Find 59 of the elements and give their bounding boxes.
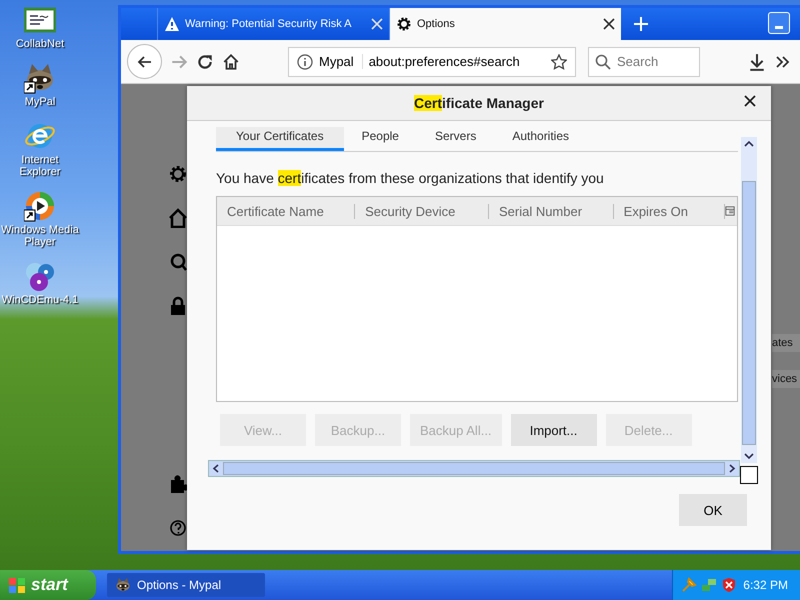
star-icon[interactable]: [551, 54, 567, 70]
reload-icon[interactable]: [196, 52, 214, 70]
certificate-list[interactable]: Certificate Name Security Device Serial Number Expires On: [216, 196, 738, 402]
column-header[interactable]: Security Device: [355, 204, 489, 218]
horizontal-scrollbar[interactable]: [208, 460, 740, 477]
desktop-icon-label[interactable]: CollabNet: [1, 38, 79, 50]
close-icon[interactable]: [603, 18, 615, 30]
start-button[interactable]: start: [0, 570, 96, 600]
tab-title: Warning: Potential Security Risk A: [185, 18, 352, 30]
column-header[interactable]: Certificate Name: [217, 204, 356, 218]
tab-title: Options: [417, 18, 456, 30]
disc-icon[interactable]: [24, 260, 56, 292]
minimize-button[interactable]: [768, 12, 790, 34]
lock-icon[interactable]: [169, 296, 187, 316]
dialog-tab[interactable]: Your Certificates: [216, 127, 344, 151]
column-header[interactable]: Serial Number: [488, 204, 614, 218]
new-tab-icon[interactable]: [633, 16, 649, 32]
chevron-icon[interactable]: [774, 54, 790, 70]
url-text: about:preferences#search: [368, 54, 521, 69]
shield-icon[interactable]: [721, 577, 737, 593]
home-icon[interactable]: [222, 52, 240, 70]
ok-button[interactable]: OK: [679, 494, 747, 526]
info-icon[interactable]: [297, 54, 313, 70]
search-field[interactable]: Search: [588, 46, 700, 76]
media-player-icon[interactable]: [24, 190, 56, 222]
warning-icon: [164, 16, 180, 32]
scrollbar-corner: [740, 466, 758, 484]
clock: 6:32 PM: [743, 578, 788, 592]
site-identity: Mypal: [319, 54, 363, 69]
address-bar[interactable]: Mypal about:preferences#search: [288, 46, 576, 76]
taskbar-button[interactable]: Options - Mypal: [107, 573, 265, 597]
help-icon[interactable]: [169, 518, 187, 538]
dialog-button[interactable]: Import...: [510, 414, 597, 446]
dialog-tab[interactable]: Servers: [416, 127, 494, 151]
close-icon: [744, 94, 756, 106]
raccoon-icon: [115, 577, 131, 593]
dialog-tab[interactable]: Authorities: [494, 127, 588, 151]
column-header[interactable]: Expires On: [614, 204, 725, 218]
column-picker-icon[interactable]: [724, 205, 735, 217]
vertical-scrollbar[interactable]: [741, 137, 757, 463]
raccoon-icon[interactable]: [24, 62, 56, 94]
description-text: You have certificates from these organizations that identify you: [216, 170, 605, 186]
preferences-button[interactable]: ates: [772, 334, 800, 352]
back-button[interactable]: [127, 44, 162, 79]
desktop-icon-label[interactable]: Internet Explorer: [1, 154, 79, 178]
dialog-title: Certificate Manager: [414, 95, 544, 111]
puzzle-icon[interactable]: [169, 474, 187, 494]
download-icon[interactable]: [748, 52, 766, 70]
search-icon: [595, 54, 611, 70]
browser-tab[interactable]: Options: [389, 8, 621, 40]
desktop-icon-label[interactable]: MyPal: [1, 96, 79, 108]
dialog-tab[interactable]: People: [344, 127, 417, 151]
back-arrow-icon: [136, 54, 152, 70]
gear-icon: [396, 16, 412, 32]
search-placeholder: Search: [617, 54, 658, 69]
preferences-button[interactable]: vices: [772, 370, 800, 388]
windows-logo-icon: [8, 576, 26, 594]
gear-icon[interactable]: [169, 164, 187, 184]
search-icon[interactable]: [169, 252, 187, 272]
